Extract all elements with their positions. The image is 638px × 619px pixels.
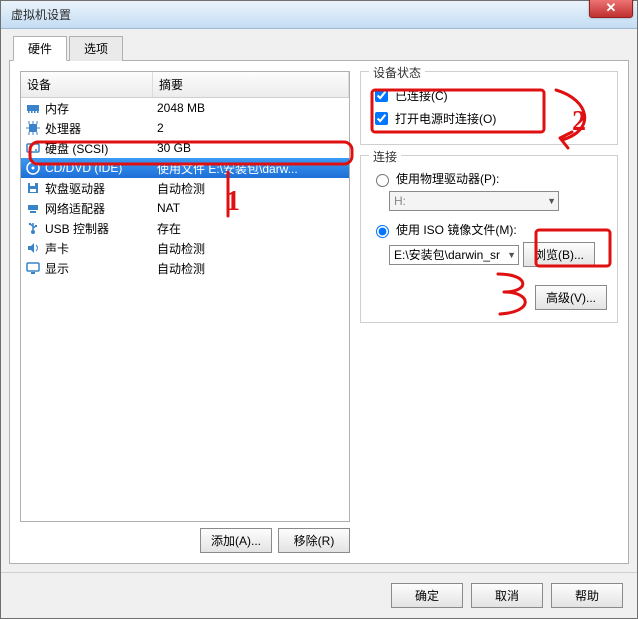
- table-row[interactable]: 内存2048 MB: [21, 98, 349, 118]
- table-row[interactable]: CD/DVD (IDE)使用文件 E:\安装包\darw...: [21, 158, 349, 178]
- connection-group: 连接 使用物理驱动器(P): H: ▼ 使用 ISO 镜像文件(M):: [360, 155, 618, 323]
- connected-check[interactable]: [375, 89, 388, 102]
- device-name: 内存: [45, 100, 157, 117]
- device-status-legend: 设备状态: [369, 64, 425, 81]
- iso-radio[interactable]: [376, 225, 389, 238]
- col-summary: 摘要: [153, 72, 349, 97]
- cpu-icon: [25, 120, 41, 136]
- device-summary: 存在: [157, 220, 345, 237]
- device-summary: 自动检测: [157, 240, 345, 257]
- ok-button[interactable]: 确定: [391, 583, 463, 608]
- device-status-group: 设备状态 已连接(C) 打开电源时连接(O): [360, 71, 618, 145]
- display-icon: [25, 260, 41, 276]
- device-name: 软盘驱动器: [45, 180, 157, 197]
- dialog-footer: 确定 取消 帮助: [1, 572, 637, 618]
- add-button[interactable]: 添加(A)...: [200, 528, 272, 553]
- device-summary: 2048 MB: [157, 101, 345, 115]
- remove-button[interactable]: 移除(R): [278, 528, 350, 553]
- chevron-down-icon: ▼: [547, 196, 556, 206]
- connect-on-power-checkbox[interactable]: 打开电源时连接(O): [371, 109, 607, 128]
- tab-pane-hardware: 设备 摘要 内存2048 MB处理器2硬盘 (SCSI)30 GBCD/DVD …: [9, 60, 629, 564]
- advanced-button[interactable]: 高级(V)...: [535, 285, 607, 310]
- memory-icon: [25, 100, 41, 116]
- table-row[interactable]: 声卡自动检测: [21, 238, 349, 258]
- connect-on-power-label: 打开电源时连接(O): [395, 110, 496, 127]
- physical-label: 使用物理驱动器(P):: [396, 170, 499, 187]
- connected-checkbox[interactable]: 已连接(C): [371, 86, 607, 105]
- device-summary: NAT: [157, 201, 345, 215]
- use-iso-radio[interactable]: 使用 ISO 镜像文件(M):: [371, 221, 607, 238]
- device-summary: 自动检测: [157, 260, 345, 277]
- chevron-down-icon: ▼: [507, 250, 516, 260]
- connection-legend: 连接: [369, 148, 401, 165]
- device-name: 处理器: [45, 120, 157, 137]
- device-summary: 使用文件 E:\安装包\darw...: [157, 160, 345, 177]
- window-title: 虚拟机设置: [11, 6, 633, 23]
- tab-options[interactable]: 选项: [69, 36, 123, 61]
- connect-on-power-check[interactable]: [375, 112, 388, 125]
- use-physical-radio[interactable]: 使用物理驱动器(P):: [371, 170, 607, 187]
- hdd-icon: [25, 140, 41, 156]
- iso-path-value: E:\安装包\darwin_sr: [394, 246, 500, 263]
- usb-icon: [25, 220, 41, 236]
- table-row[interactable]: 软盘驱动器自动检测: [21, 178, 349, 198]
- iso-label: 使用 ISO 镜像文件(M):: [396, 221, 517, 238]
- table-row[interactable]: 网络适配器NAT: [21, 198, 349, 218]
- floppy-icon: [25, 180, 41, 196]
- hardware-list-header: 设备 摘要: [21, 72, 349, 98]
- net-icon: [25, 200, 41, 216]
- physical-drive-value: H:: [394, 194, 406, 208]
- table-row[interactable]: USB 控制器存在: [21, 218, 349, 238]
- device-name: USB 控制器: [45, 220, 157, 237]
- connected-label: 已连接(C): [395, 87, 448, 104]
- help-button[interactable]: 帮助: [551, 583, 623, 608]
- device-summary: 30 GB: [157, 141, 345, 155]
- device-name: 硬盘 (SCSI): [45, 140, 157, 157]
- sound-icon: [25, 240, 41, 256]
- device-summary: 2: [157, 121, 345, 135]
- physical-drive-combo[interactable]: H: ▼: [389, 191, 559, 211]
- table-row[interactable]: 处理器2: [21, 118, 349, 138]
- table-row[interactable]: 硬盘 (SCSI)30 GB: [21, 138, 349, 158]
- device-summary: 自动检测: [157, 180, 345, 197]
- hardware-list[interactable]: 设备 摘要 内存2048 MB处理器2硬盘 (SCSI)30 GBCD/DVD …: [20, 71, 350, 522]
- col-device: 设备: [21, 72, 153, 97]
- cd-icon: [25, 160, 41, 176]
- device-name: 网络适配器: [45, 200, 157, 217]
- close-button[interactable]: ✕: [589, 0, 633, 18]
- device-name: 显示: [45, 260, 157, 277]
- titlebar: 虚拟机设置 ✕: [1, 1, 637, 29]
- browse-button[interactable]: 浏览(B)...: [523, 242, 595, 267]
- cancel-button[interactable]: 取消: [471, 583, 543, 608]
- iso-path-combo[interactable]: E:\安装包\darwin_sr ▼: [389, 245, 519, 265]
- table-row[interactable]: 显示自动检测: [21, 258, 349, 278]
- tab-hardware[interactable]: 硬件: [13, 36, 67, 61]
- device-name: CD/DVD (IDE): [45, 161, 157, 175]
- close-icon: ✕: [606, 0, 617, 16]
- tab-strip: 硬件 选项: [13, 35, 629, 60]
- device-name: 声卡: [45, 240, 157, 257]
- physical-radio[interactable]: [376, 174, 389, 187]
